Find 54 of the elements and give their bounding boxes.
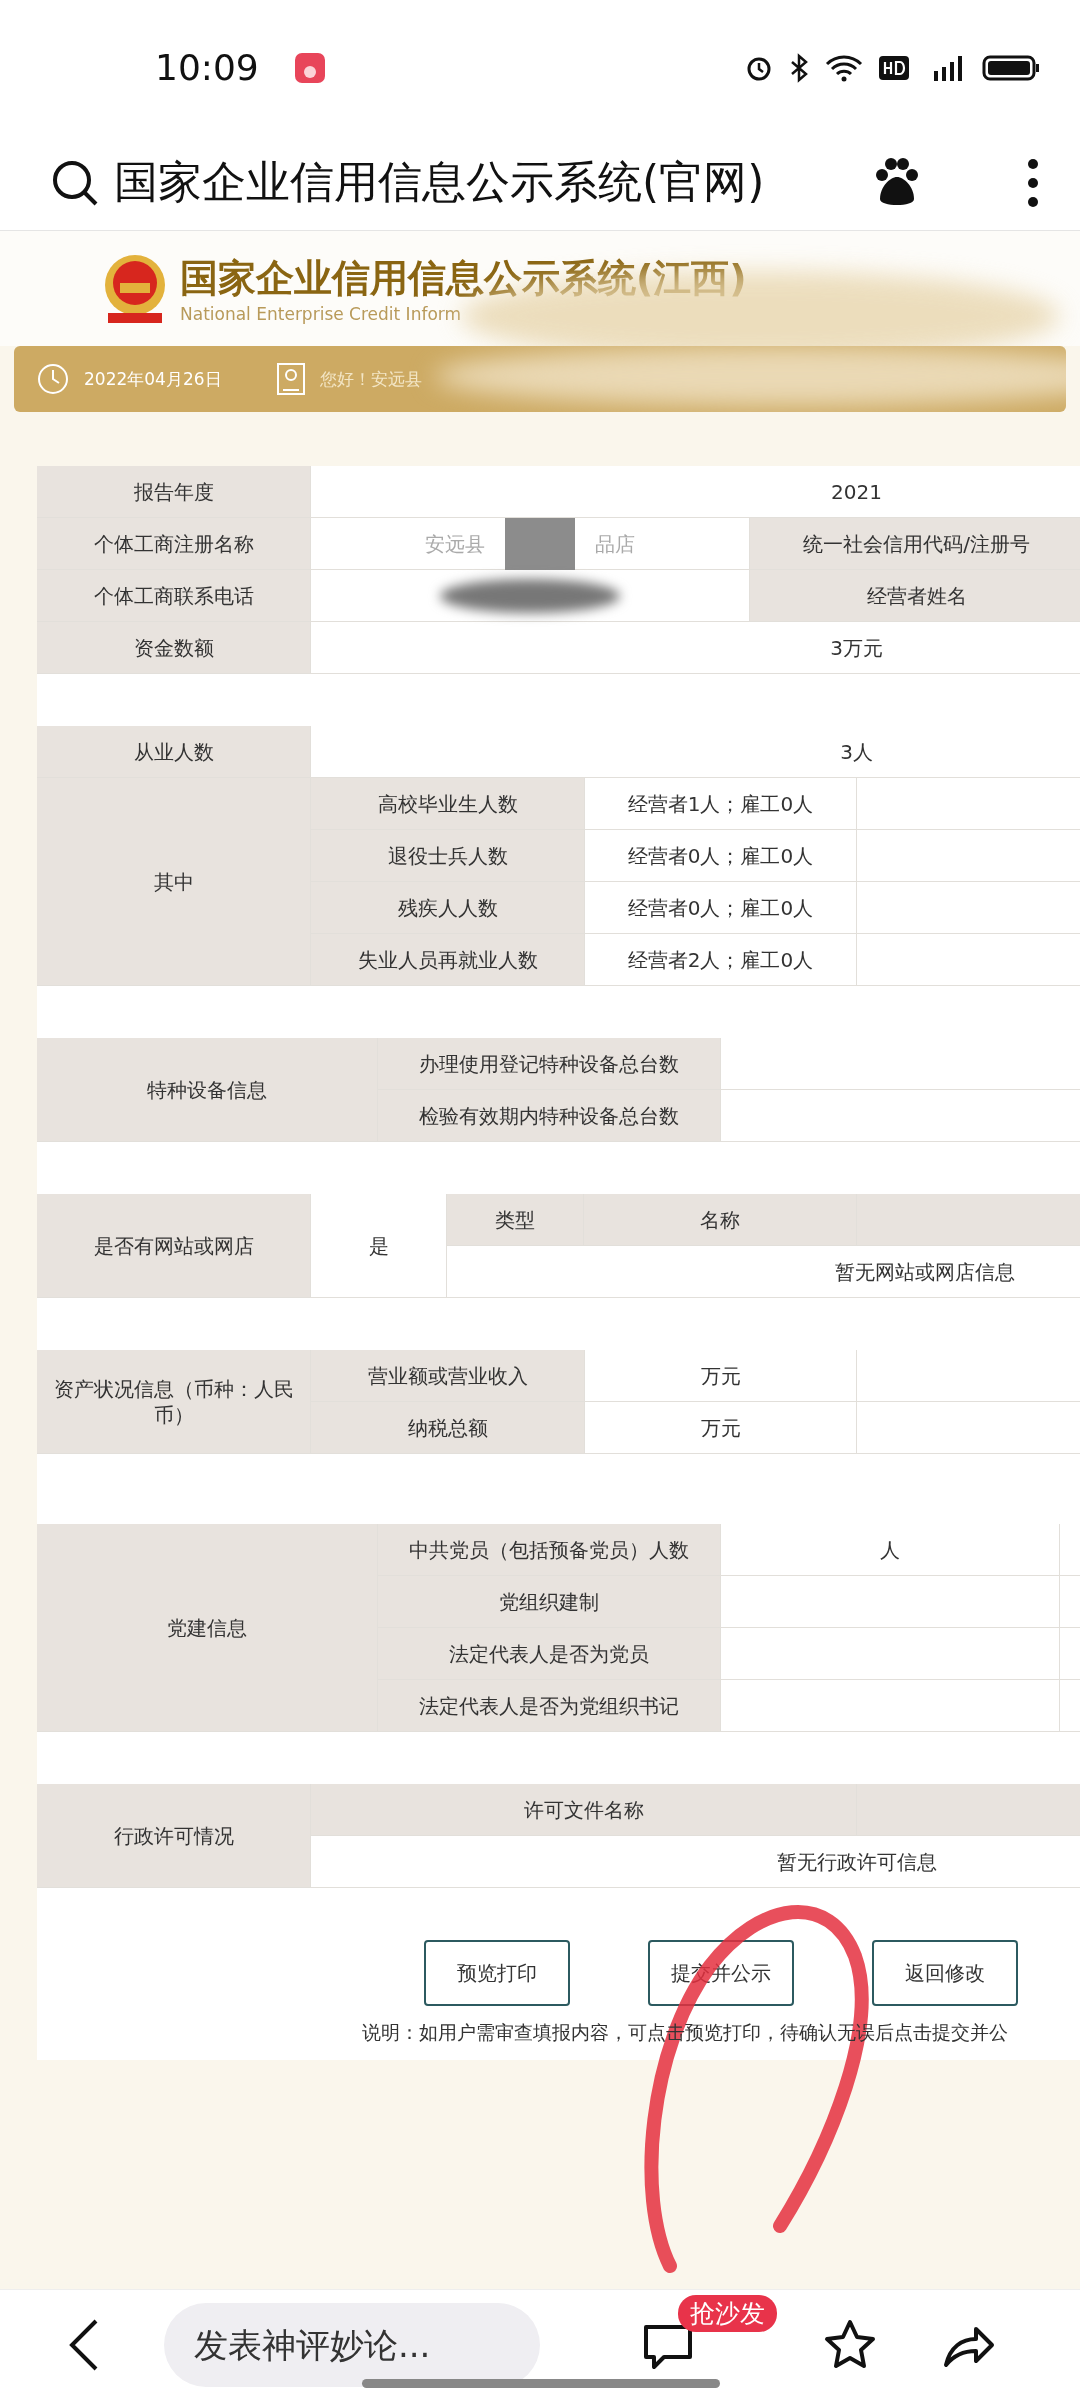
field-label: 个体工商联系电话 bbox=[37, 570, 311, 622]
user-icon bbox=[275, 362, 306, 396]
action-button[interactable]: 预览打印 bbox=[424, 1940, 570, 2006]
field-label: 中共党员（包括预备党员）人数 bbox=[378, 1524, 721, 1576]
field-label: 报告年度 bbox=[37, 466, 311, 518]
column-header: 名称 bbox=[584, 1194, 857, 1246]
field-label: 检验有效期内特种设备总台数 bbox=[378, 1090, 721, 1142]
action-button[interactable]: 返回修改 bbox=[872, 1940, 1018, 2006]
field-label: 党组织建制 bbox=[378, 1576, 721, 1628]
column-header: 类型 bbox=[447, 1194, 584, 1246]
field-value: 经营者2人；雇工0人 bbox=[585, 934, 857, 986]
field-label: 退役士兵人数 bbox=[311, 830, 585, 882]
field-label: 办理使用登记特种设备总台数 bbox=[378, 1038, 721, 1090]
field-label: 从业人数 bbox=[37, 726, 311, 778]
date-text: 2022年04月26日 bbox=[84, 367, 222, 391]
status-time: 10:09 bbox=[155, 47, 259, 88]
more-icon[interactable] bbox=[1026, 157, 1040, 208]
field-label: 经营者姓名 bbox=[750, 570, 1080, 622]
field-label: 个体工商注册名称 bbox=[37, 518, 311, 570]
redaction-block bbox=[505, 517, 575, 570]
app-notification-icon bbox=[294, 52, 325, 83]
field-label: 营业额或营业收入 bbox=[311, 1350, 585, 1402]
group-label: 是否有网站或网店 bbox=[37, 1194, 311, 1298]
wifi-icon bbox=[824, 52, 864, 83]
field-label: 法定代表人是否为党组织书记 bbox=[378, 1680, 721, 1732]
comment-badge: 抢沙发 bbox=[678, 2295, 777, 2332]
name-text: 品店 bbox=[595, 530, 635, 557]
field-label: 高校毕业生人数 bbox=[311, 778, 585, 830]
field-label: 失业人员再就业人数 bbox=[311, 934, 585, 986]
name-text: 安远县 bbox=[425, 530, 485, 557]
field-label: 统一社会信用代码/注册号 bbox=[750, 518, 1080, 570]
field-value: 是 bbox=[311, 1194, 447, 1298]
field-value: 经营者0人；雇工0人 bbox=[585, 830, 857, 882]
group-label: 行政许可情况 bbox=[37, 1784, 311, 1888]
site-title: 国家企业信用信息公示系统(江西) bbox=[180, 255, 747, 302]
search-query-text[interactable]: 国家企业信用信息公示系统(官网) bbox=[114, 153, 858, 212]
field-value: 经营者0人；雇工0人 bbox=[585, 882, 857, 934]
site-subtitle: National Enterprise Credit Inform bbox=[180, 304, 463, 324]
field-value: 人 bbox=[721, 1524, 1060, 1576]
group-label: 党建信息 bbox=[37, 1524, 378, 1732]
field-value: 万元 bbox=[585, 1402, 857, 1454]
clock-icon bbox=[36, 362, 70, 396]
column-header: 许可文件名称 bbox=[311, 1784, 857, 1836]
group-label: 资产状况信息（币种：人民币） bbox=[37, 1350, 311, 1454]
greeting-text: 您好！安远县 bbox=[319, 367, 422, 391]
field-value: 经营者1人；雇工0人 bbox=[585, 778, 857, 830]
field-label: 法定代表人是否为党员 bbox=[378, 1628, 721, 1680]
field-label: 纳税总额 bbox=[311, 1402, 585, 1454]
field-label: 资金数额 bbox=[37, 622, 311, 674]
field-value: 万元 bbox=[585, 1350, 857, 1402]
field-label: 残疾人人数 bbox=[311, 882, 585, 934]
comment-field[interactable]: 发表神评妙论... bbox=[164, 2303, 540, 2387]
group-label: 其中 bbox=[37, 778, 311, 986]
group-label: 特种设备信息 bbox=[37, 1038, 378, 1142]
